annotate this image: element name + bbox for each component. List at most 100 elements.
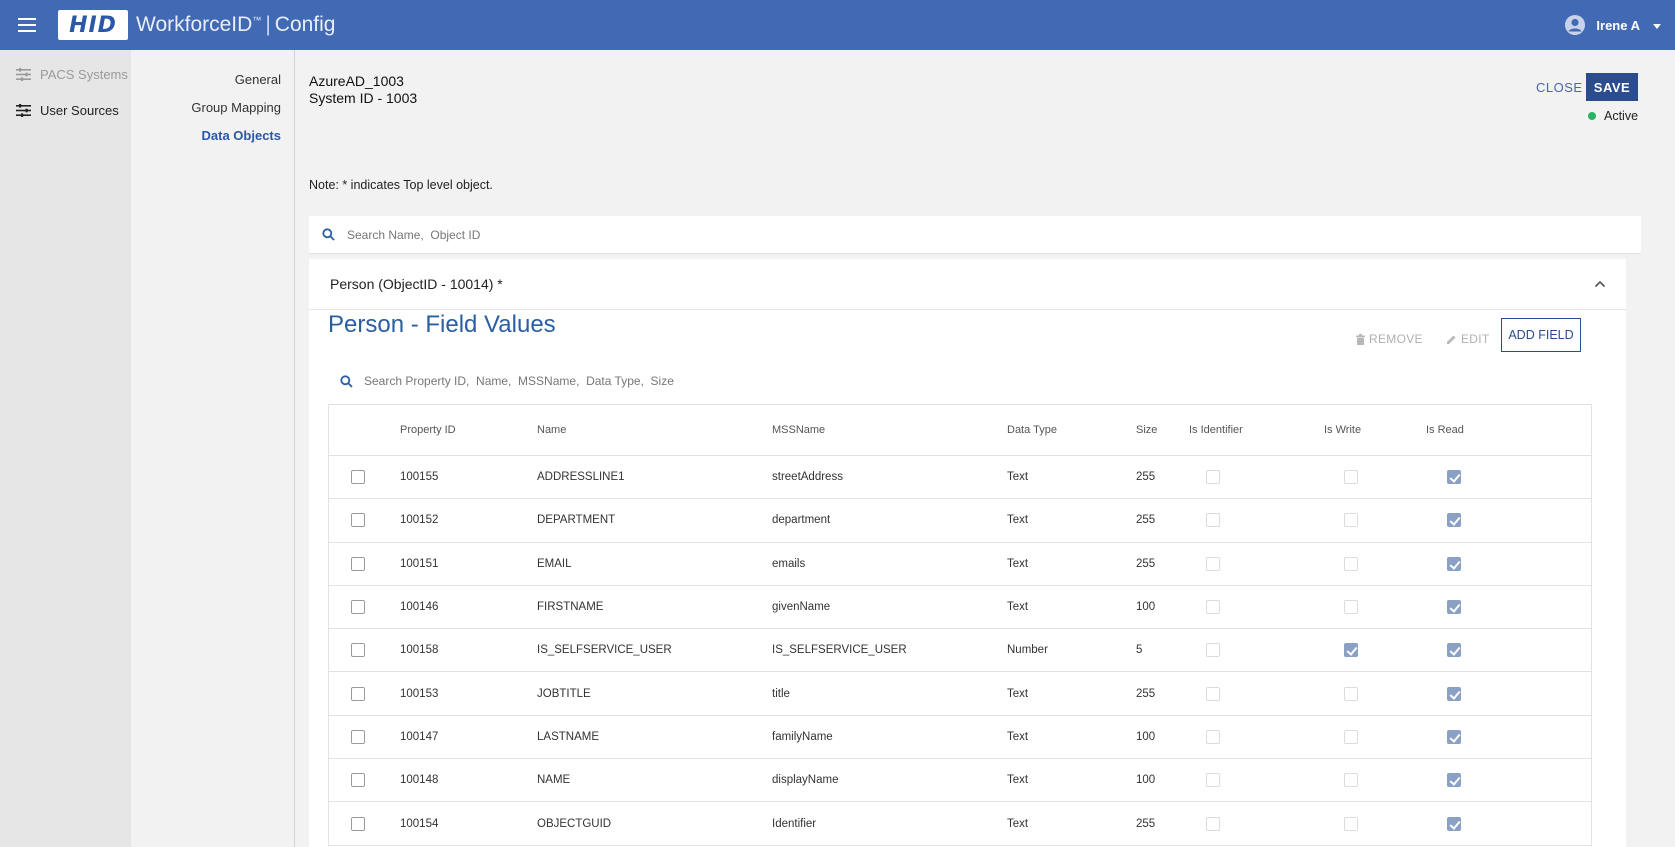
cell-mss-name: emails: [772, 557, 806, 570]
product-module: Config: [274, 13, 336, 36]
cell-data-type: Text: [1007, 817, 1029, 830]
sidebar-item-pacs-systems[interactable]: PACS Systems: [0, 56, 131, 92]
hamburger-menu-icon[interactable]: [0, 0, 54, 50]
cell-mss-name: familyName: [772, 730, 833, 743]
trademark-mark: ™: [252, 15, 262, 25]
is-identifier-checkbox: [1206, 686, 1220, 701]
remove-button[interactable]: REMOVE: [1356, 332, 1423, 346]
table-row[interactable]: 100151 EMAIL emails Text 255: [329, 543, 1591, 586]
column-header-mss-name[interactable]: MSSName: [772, 424, 825, 436]
product-separator: |: [265, 13, 271, 36]
add-field-button[interactable]: ADD FIELD: [1501, 318, 1581, 352]
table-row[interactable]: 100153 JOBTITLE title Text 255: [329, 672, 1591, 716]
is-write-checkbox: [1344, 643, 1358, 658]
cell-mss-name: streetAddress: [772, 471, 843, 484]
column-header-is-write[interactable]: Is Write: [1324, 424, 1361, 436]
column-header-property-id[interactable]: Property ID: [400, 424, 456, 436]
row-select-checkbox[interactable]: [351, 600, 365, 615]
table-row[interactable]: 100154 OBJECTGUID Identifier Text 255: [329, 802, 1591, 846]
object-search-input[interactable]: [347, 227, 947, 242]
trash-icon: [1356, 333, 1365, 345]
table-row[interactable]: 100146 FIRSTNAME givenName Text 100: [329, 586, 1591, 630]
is-write-checkbox: [1344, 773, 1358, 788]
cell-name: EMAIL: [537, 557, 572, 570]
row-select-checkbox[interactable]: [351, 773, 365, 788]
column-header-size[interactable]: Size: [1136, 424, 1157, 436]
sidebar-item-label: User Sources: [40, 102, 119, 118]
is-write-checkbox: [1344, 686, 1358, 701]
is-write-checkbox: [1344, 513, 1358, 528]
field-search-input[interactable]: [364, 374, 764, 388]
cell-size: 5: [1136, 644, 1143, 657]
cell-mss-name: department: [772, 514, 831, 527]
user-name: Irene A: [1596, 17, 1640, 33]
is-read-checkbox: [1447, 556, 1461, 571]
subnav-item-group-mapping[interactable]: Group Mapping: [191, 100, 281, 115]
cell-size: 255: [1136, 471, 1156, 484]
column-header-is-identifier[interactable]: Is Identifier: [1189, 424, 1243, 436]
cell-mss-name: givenName: [772, 601, 831, 614]
table-row[interactable]: 100147 LASTNAME familyName Text 100: [329, 716, 1591, 760]
row-select-checkbox[interactable]: [351, 556, 365, 571]
cell-name: DEPARTMENT: [537, 514, 616, 527]
is-identifier-checkbox: [1206, 643, 1220, 658]
column-header-name[interactable]: Name: [537, 424, 566, 436]
is-read-checkbox: [1447, 686, 1461, 701]
save-button[interactable]: SAVE: [1586, 73, 1638, 101]
column-header-is-read[interactable]: Is Read: [1426, 424, 1464, 436]
cell-property-id: 100146: [400, 601, 439, 614]
subnav-item-general[interactable]: General: [235, 72, 281, 87]
close-button[interactable]: CLOSE: [1528, 73, 1591, 101]
row-select-checkbox[interactable]: [351, 816, 365, 831]
table-row[interactable]: 100158 IS_SELFSERVICE_USER IS_SELFSERVICE_…: [329, 629, 1591, 673]
search-icon: [322, 228, 335, 241]
cell-property-id: 100154: [400, 817, 439, 830]
sliders-icon: [16, 103, 31, 117]
row-select-checkbox[interactable]: [351, 513, 365, 528]
edit-button[interactable]: EDIT: [1446, 332, 1490, 346]
cell-data-type: Text: [1007, 774, 1029, 787]
row-select-checkbox[interactable]: [351, 470, 365, 485]
row-select-checkbox[interactable]: [351, 643, 365, 658]
panel-title: Person - Field Values: [328, 311, 556, 338]
cell-size: 100: [1136, 774, 1156, 787]
sliders-icon: [16, 67, 31, 81]
field-search-bar: [340, 371, 764, 391]
cell-name: FIRSTNAME: [537, 601, 604, 614]
row-select-checkbox[interactable]: [351, 729, 365, 744]
pencil-icon: [1447, 335, 1456, 344]
row-select-checkbox[interactable]: [351, 686, 365, 701]
sidebar-item-user-sources[interactable]: User Sources: [0, 92, 131, 128]
table-row[interactable]: 100155 ADDRESSLINE1 streetAddress Text 255: [329, 456, 1591, 500]
cell-property-id: 100152: [400, 514, 439, 527]
cell-data-type: Text: [1007, 514, 1029, 527]
is-read-checkbox: [1447, 470, 1461, 485]
cell-data-type: Text: [1007, 730, 1029, 743]
main-content: AzureAD_1003 System ID - 1003 CLOSE SAVE…: [296, 50, 1675, 847]
chevron-up-icon[interactable]: [1594, 280, 1606, 288]
user-menu[interactable]: Irene A: [1564, 0, 1661, 50]
cell-mss-name: displayName: [772, 774, 839, 787]
cell-name: ADDRESSLINE1: [537, 471, 625, 484]
cell-size: 100: [1136, 730, 1156, 743]
panel-header[interactable]: Person (ObjectID - 10014) *: [309, 259, 1626, 310]
is-read-checkbox: [1447, 600, 1461, 615]
user-avatar-icon: [1565, 15, 1586, 35]
status-label: Active: [1604, 109, 1639, 123]
is-identifier-checkbox: [1206, 470, 1220, 485]
status-dot: [1588, 112, 1596, 120]
is-identifier-checkbox: [1206, 556, 1220, 571]
table-row[interactable]: 100152 DEPARTMENT department Text 255: [329, 499, 1591, 543]
cell-name: JOBTITLE: [537, 687, 591, 700]
is-read-checkbox: [1447, 773, 1461, 788]
object-search-bar: [309, 216, 1641, 254]
product-brand: WorkforceID: [136, 13, 253, 36]
panel-header-label: Person (ObjectID - 10014) *: [330, 276, 503, 292]
subnav-item-data-objects[interactable]: Data Objects: [202, 128, 281, 143]
field-values-table: Property ID Name MSSName Data Type Size …: [328, 404, 1592, 846]
table-row[interactable]: 100148 NAME displayName Text 100: [329, 759, 1591, 803]
cell-name: IS_SELFSERVICE_USER: [537, 644, 672, 657]
cell-size: 255: [1136, 817, 1156, 830]
top-level-note: Note: * indicates Top level object.: [309, 178, 493, 192]
column-header-data-type[interactable]: Data Type: [1007, 424, 1057, 436]
